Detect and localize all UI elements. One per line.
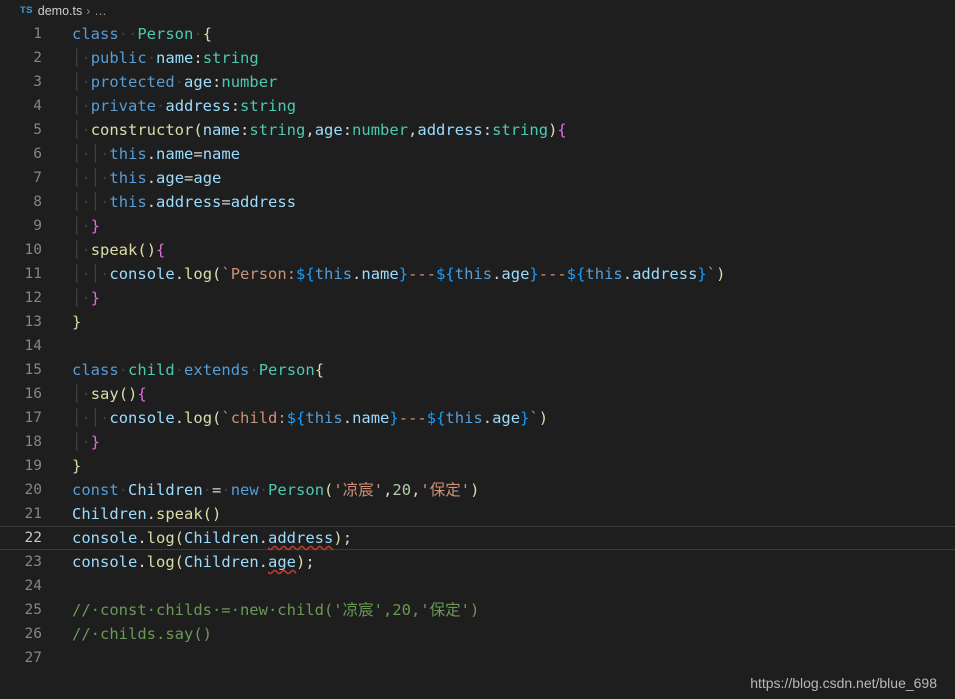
- line-content[interactable]: │·}: [52, 214, 100, 238]
- code-line[interactable]: 2 │·public·name:string: [0, 46, 955, 70]
- line-content[interactable]: class··Person·{: [52, 22, 212, 46]
- code-line[interactable]: 23 console.log(Children.age);: [0, 550, 955, 574]
- code-line[interactable]: 7 │·│·this.age=age: [0, 166, 955, 190]
- line-number: 15: [24, 362, 42, 378]
- chevron-right-icon: ›: [86, 4, 91, 18]
- code-line[interactable]: 27: [0, 646, 955, 670]
- line-content[interactable]: //·const·childs·=·new·child('凉宸',20,'保定'…: [52, 598, 479, 622]
- line-number: 2: [33, 50, 42, 66]
- watermark: https://blog.csdn.net/blue_698: [750, 675, 937, 691]
- line-number: 16: [24, 386, 42, 402]
- code-line[interactable]: 18 │·}: [0, 430, 955, 454]
- line-content[interactable]: }: [52, 310, 81, 334]
- line-number: 27: [24, 650, 42, 666]
- line-content[interactable]: console.log(Children.age);: [52, 550, 315, 574]
- code-line[interactable]: 26 //·childs.say(): [0, 622, 955, 646]
- line-content[interactable]: console.log(Children.address);: [52, 527, 352, 549]
- line-content[interactable]: const·Children·=·new·Person('凉宸',20,'保定'…: [52, 478, 479, 502]
- line-content[interactable]: │·│·this.age=age: [52, 166, 221, 190]
- code-line[interactable]: 20 const·Children·=·new·Person('凉宸',20,'…: [0, 478, 955, 502]
- code-line[interactable]: 3 │·protected·age:number: [0, 70, 955, 94]
- line-content[interactable]: Children.speak(): [52, 502, 221, 526]
- line-content[interactable]: }: [52, 454, 81, 478]
- code-line[interactable]: 4 │·private·address:string: [0, 94, 955, 118]
- code-line[interactable]: 15 class·child·extends·Person{: [0, 358, 955, 382]
- line-number: 11: [24, 266, 42, 282]
- error-token[interactable]: address: [268, 529, 333, 547]
- line-content[interactable]: │·}: [52, 430, 100, 454]
- line-content[interactable]: │·protected·age:number: [52, 70, 277, 94]
- line-number: 7: [33, 170, 42, 186]
- line-content[interactable]: │·speak(){: [52, 238, 165, 262]
- line-number: 1: [33, 26, 42, 42]
- line-content[interactable]: │·private·address:string: [52, 94, 296, 118]
- line-number: 12: [24, 290, 42, 306]
- line-content[interactable]: //·childs.say(): [52, 622, 212, 646]
- line-number: 21: [24, 506, 42, 522]
- line-content[interactable]: │·constructor(name:string,age:number,add…: [52, 118, 567, 142]
- code-line[interactable]: 5 │·constructor(name:string,age:number,a…: [0, 118, 955, 142]
- code-line[interactable]: 19 }: [0, 454, 955, 478]
- line-content[interactable]: [52, 646, 72, 670]
- line-content[interactable]: [52, 334, 72, 358]
- code-line[interactable]: 6 │·│·this.name=name: [0, 142, 955, 166]
- code-editor[interactable]: 1 class··Person·{ 2 │·public·name:string…: [0, 22, 955, 670]
- line-number: 17: [24, 410, 42, 426]
- code-line-current[interactable]: 22 console.log(Children.address);: [0, 526, 955, 550]
- line-number: 4: [33, 98, 42, 114]
- line-number: 10: [24, 242, 42, 258]
- code-line[interactable]: 10 │·speak(){: [0, 238, 955, 262]
- error-token[interactable]: age: [268, 553, 296, 571]
- typescript-file-icon: TS: [20, 5, 33, 17]
- breadcrumb-file-name[interactable]: demo.ts: [38, 4, 82, 18]
- code-line[interactable]: 12 │·}: [0, 286, 955, 310]
- line-number: 20: [24, 482, 42, 498]
- line-content[interactable]: │·│·console.log(`child:${this.name}---${…: [52, 406, 548, 430]
- line-number: 23: [24, 554, 42, 570]
- code-line[interactable]: 11 │·│·console.log(`Person:${this.name}-…: [0, 262, 955, 286]
- code-line[interactable]: 21 Children.speak(): [0, 502, 955, 526]
- line-content[interactable]: │·│·this.name=name: [52, 142, 240, 166]
- code-line[interactable]: 16 │·say(){: [0, 382, 955, 406]
- line-content[interactable]: │·}: [52, 286, 100, 310]
- line-content[interactable]: [52, 574, 72, 598]
- line-number: 9: [33, 218, 42, 234]
- line-number: 26: [24, 626, 42, 642]
- line-number: 25: [24, 602, 42, 618]
- code-line[interactable]: 17 │·│·console.log(`child:${this.name}--…: [0, 406, 955, 430]
- line-number: 5: [33, 122, 42, 138]
- code-line[interactable]: 25 //·const·childs·=·new·child('凉宸',20,'…: [0, 598, 955, 622]
- breadcrumb-overflow[interactable]: …: [94, 4, 108, 18]
- code-line[interactable]: 9 │·}: [0, 214, 955, 238]
- line-number: 6: [33, 146, 42, 162]
- code-line[interactable]: 8 │·│·this.address=address: [0, 190, 955, 214]
- code-line[interactable]: 24: [0, 574, 955, 598]
- code-line[interactable]: 13 }: [0, 310, 955, 334]
- line-content[interactable]: │·say(){: [52, 382, 147, 406]
- line-number: 3: [33, 74, 42, 90]
- line-number: 22: [24, 530, 42, 546]
- breadcrumb: TS demo.ts › …: [0, 0, 955, 22]
- line-number: 19: [24, 458, 42, 474]
- line-content[interactable]: │·public·name:string: [52, 46, 259, 70]
- line-content[interactable]: class·child·extends·Person{: [52, 358, 324, 382]
- line-number: 24: [24, 578, 42, 594]
- line-content[interactable]: │·│·console.log(`Person:${this.name}---$…: [52, 262, 725, 286]
- code-line[interactable]: 14: [0, 334, 955, 358]
- line-number: 18: [24, 434, 42, 450]
- code-line[interactable]: 1 class··Person·{: [0, 22, 955, 46]
- line-number: 13: [24, 314, 42, 330]
- line-number: 14: [24, 338, 42, 354]
- line-number: 8: [33, 194, 42, 210]
- line-content[interactable]: │·│·this.address=address: [52, 190, 296, 214]
